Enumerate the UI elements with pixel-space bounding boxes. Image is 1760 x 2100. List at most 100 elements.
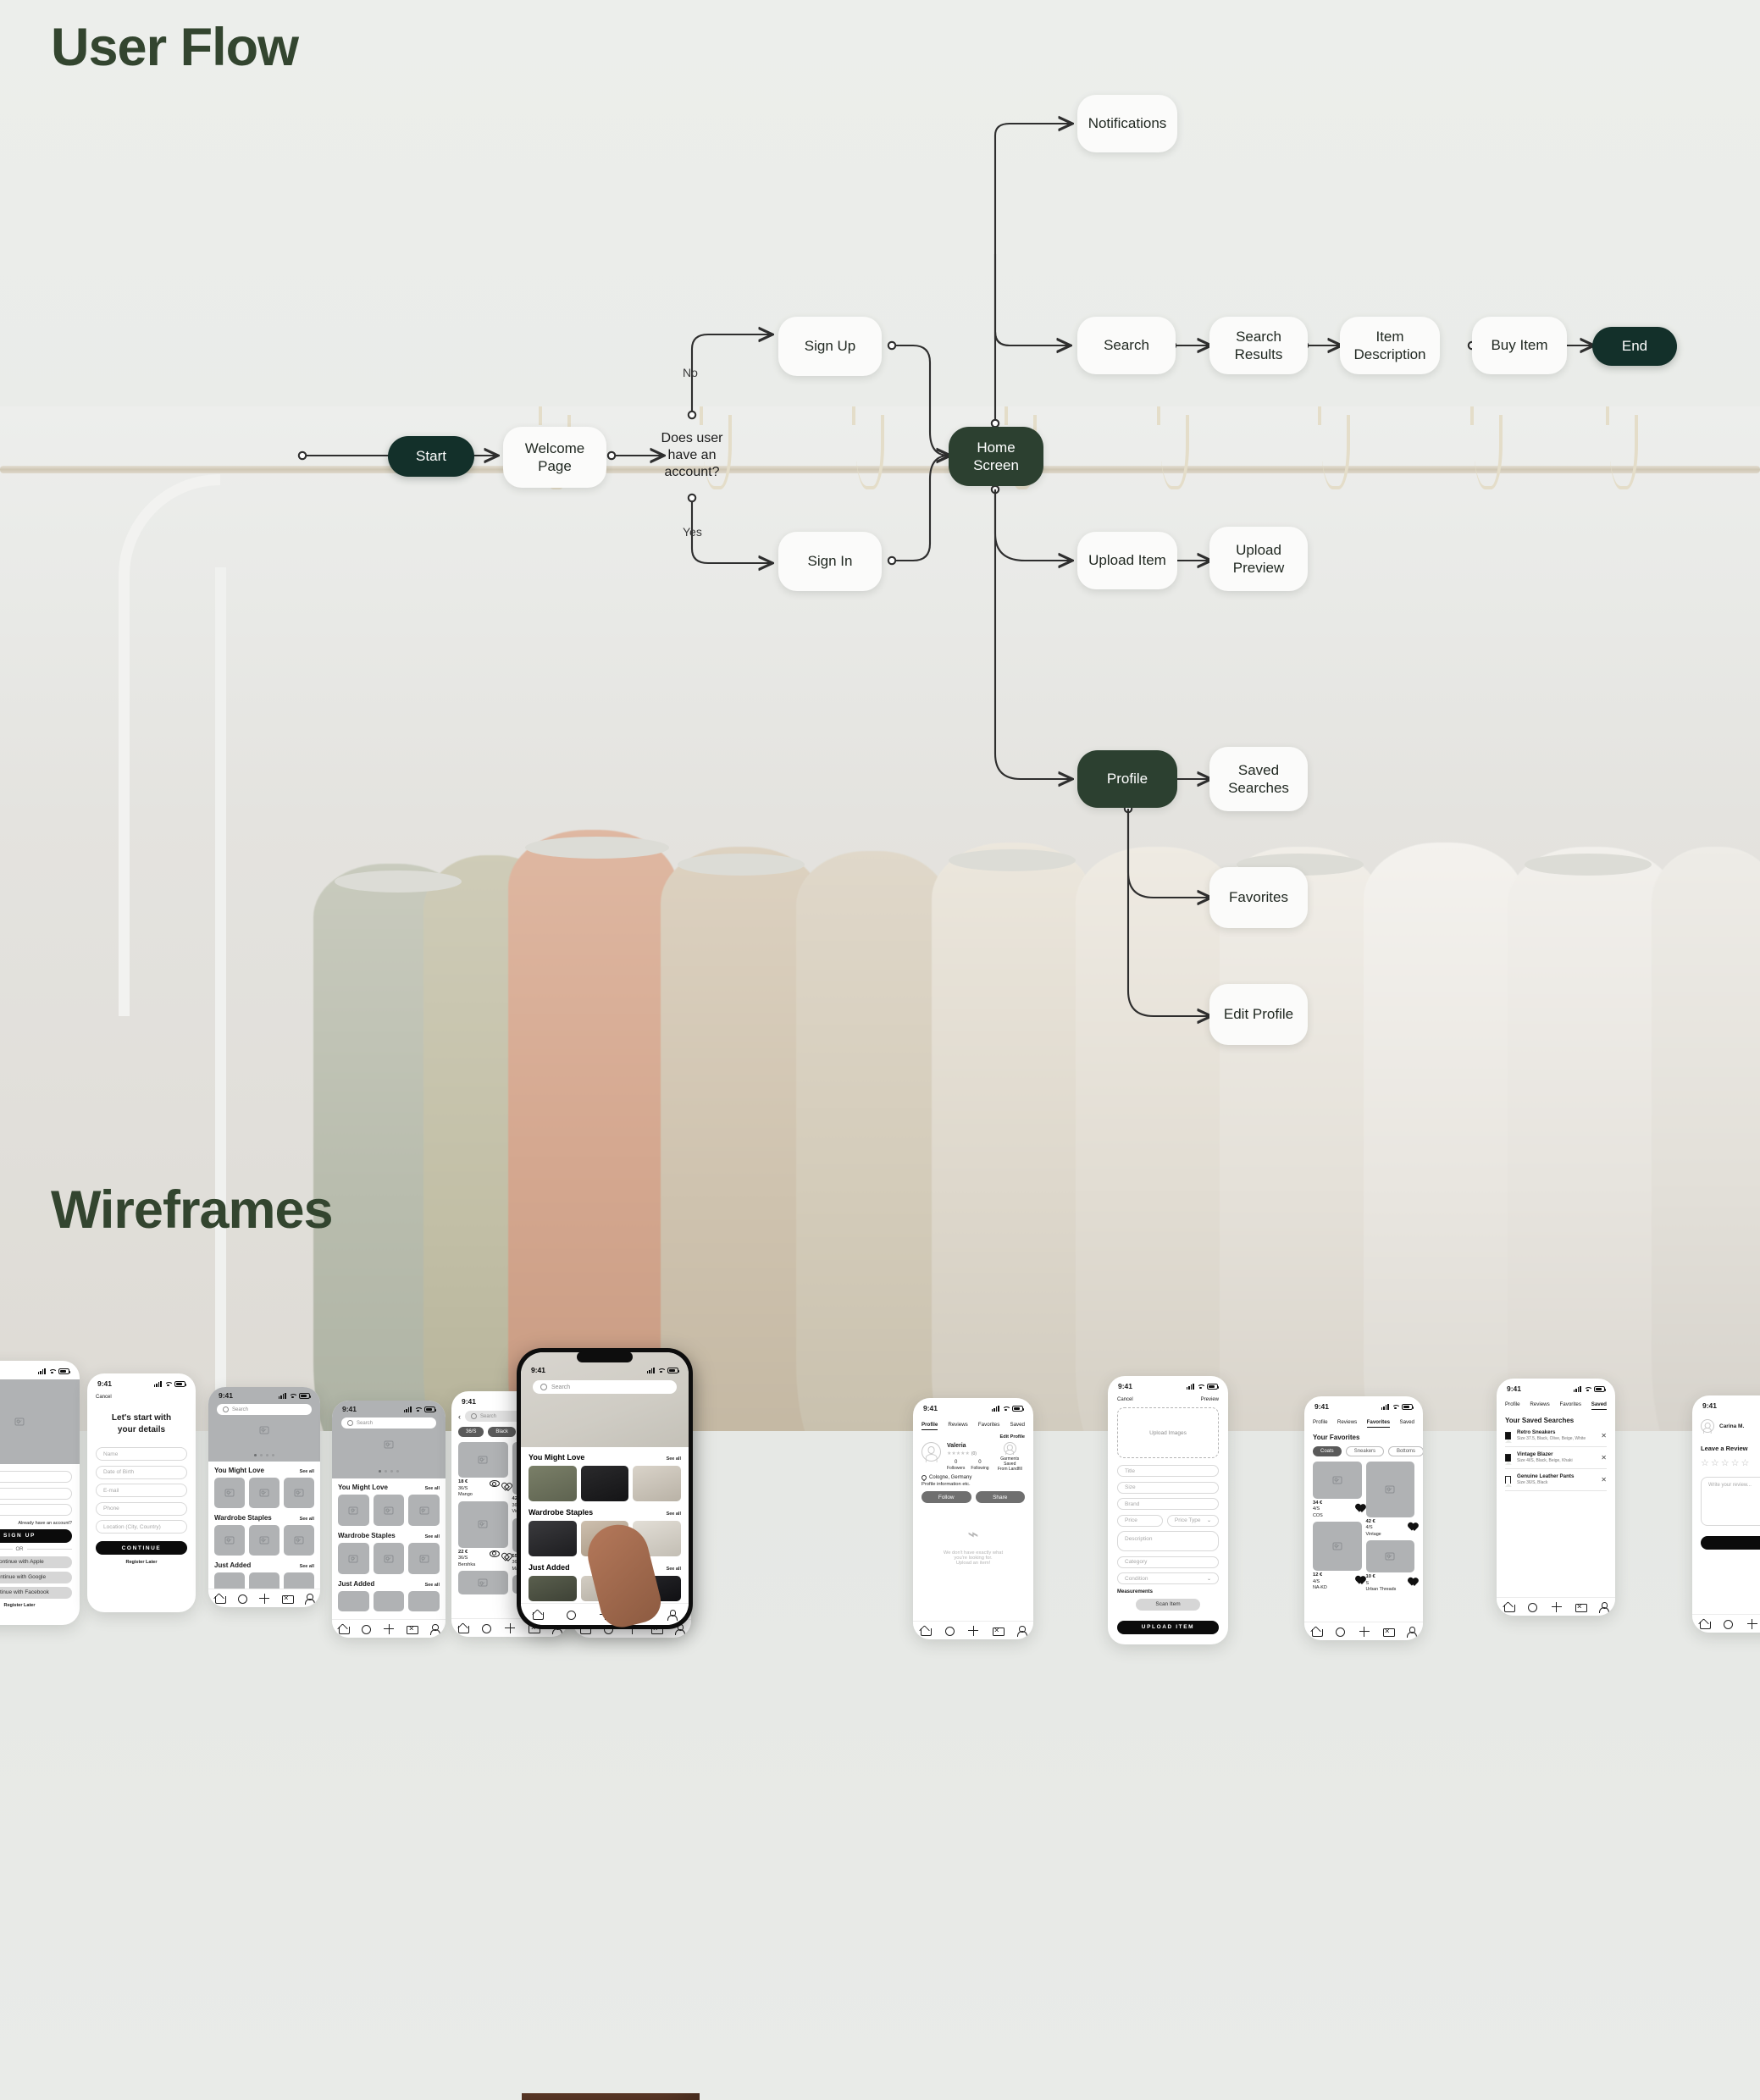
bottom-tab-bar[interactable] <box>1497 1597 1615 1616</box>
favorite-image[interactable] <box>1313 1521 1362 1571</box>
sign-up-button[interactable]: SIGN UP <box>0 1528 72 1543</box>
product-image[interactable] <box>458 1571 508 1595</box>
see-all-link[interactable]: See all <box>425 1486 440 1491</box>
close-icon[interactable]: ✕ <box>1601 1432 1607 1440</box>
register-later-link[interactable]: Register Later <box>0 1603 72 1608</box>
search-icon[interactable] <box>1528 1602 1537 1612</box>
search-icon[interactable] <box>1724 1619 1733 1629</box>
hero-carousel[interactable]: 9:41 Search <box>521 1352 689 1447</box>
carousel-dots[interactable] <box>332 1470 446 1473</box>
flow-node-sign-up[interactable]: Sign Up <box>778 317 882 376</box>
filter-chip-size[interactable]: 36/S <box>458 1427 484 1437</box>
name-input[interactable]: Name <box>96 1447 187 1461</box>
see-all-link[interactable]: See all <box>667 1567 681 1572</box>
flow-node-upload-preview[interactable]: Upload Preview <box>1209 527 1308 591</box>
wireframe-sign-up[interactable]: 9:41 Already have an account? SIGN UP OR… <box>0 1361 80 1625</box>
cancel-button[interactable]: Cancel <box>1117 1397 1133 1402</box>
flow-node-welcome-page[interactable]: Welcome Page <box>503 427 606 488</box>
close-icon[interactable]: ✕ <box>1601 1454 1607 1462</box>
wireframe-home[interactable]: 9:41 Search You Might Love See all Wardr… <box>332 1401 446 1638</box>
email-field[interactable] <box>0 1487 72 1500</box>
follow-button[interactable]: Follow <box>922 1491 971 1504</box>
favorite-icon[interactable] <box>501 1550 508 1556</box>
flow-node-search[interactable]: Search <box>1077 317 1176 374</box>
flow-node-home-screen[interactable]: Home Screen <box>949 427 1043 486</box>
product-thumb[interactable] <box>249 1525 279 1556</box>
close-icon[interactable]: ✕ <box>1601 1476 1607 1484</box>
add-icon[interactable] <box>1746 1618 1757 1629</box>
continue-with-apple-button[interactable]: Continue with Apple <box>0 1556 72 1568</box>
upload-item-button[interactable]: UPLOAD ITEM <box>1117 1620 1219 1634</box>
favorite-image[interactable] <box>1365 1539 1414 1572</box>
location-input[interactable]: Location (City, Country) <box>96 1520 187 1534</box>
see-all-link[interactable]: See all <box>425 1583 440 1588</box>
phone-input[interactable]: Phone <box>96 1501 187 1516</box>
home-icon[interactable] <box>1311 1627 1323 1637</box>
home-icon[interactable] <box>533 1610 545 1620</box>
product-thumb[interactable] <box>373 1591 405 1611</box>
product-thumb[interactable] <box>338 1543 369 1574</box>
tab-favorites[interactable]: Favorites <box>978 1422 999 1430</box>
scan-item-button[interactable]: Scan Item <box>1136 1598 1200 1611</box>
continue-button[interactable]: CONTINUE <box>96 1541 187 1555</box>
flow-node-saved-searches[interactable]: Saved Searches <box>1209 747 1308 811</box>
carousel-dots[interactable] <box>208 1454 320 1456</box>
rating-stars-input[interactable]: ☆☆☆☆☆ <box>1692 1452 1760 1468</box>
dob-input[interactable]: Date of Birth <box>96 1465 187 1479</box>
views-icon[interactable] <box>489 1550 500 1557</box>
saved-search-row[interactable]: Genuine Leather Pants Size 36/S, Black ✕ <box>1505 1473 1607 1491</box>
search-icon[interactable] <box>482 1623 492 1633</box>
register-later-link[interactable]: Register Later <box>96 1560 187 1565</box>
search-input[interactable]: Search <box>533 1380 677 1394</box>
upload-images-dropzone[interactable]: Upload Images <box>1117 1407 1219 1458</box>
add-icon[interactable] <box>259 1593 270 1604</box>
favorite-icon[interactable] <box>1407 1574 1414 1581</box>
mail-icon[interactable] <box>407 1624 419 1634</box>
share-button[interactable]: Share <box>975 1491 1025 1504</box>
wireframe-saved-searches[interactable]: 9:41 Profile Reviews Favorites Saved You… <box>1497 1379 1615 1616</box>
flow-node-profile[interactable]: Profile <box>1077 750 1177 808</box>
product-thumb[interactable] <box>633 1466 682 1501</box>
profile-icon[interactable] <box>1016 1626 1027 1637</box>
search-icon[interactable] <box>944 1626 955 1636</box>
product-thumb[interactable] <box>580 1466 629 1501</box>
search-icon[interactable] <box>362 1624 372 1634</box>
brand-input[interactable]: Brand <box>1117 1498 1219 1510</box>
product-thumb[interactable] <box>214 1525 245 1556</box>
flow-node-notifications[interactable]: Notifications <box>1077 95 1177 152</box>
home-icon[interactable] <box>458 1623 470 1633</box>
bottom-tab-bar[interactable] <box>1692 1614 1760 1633</box>
already-have-account-link[interactable]: Already have an account? <box>0 1521 72 1526</box>
price-input[interactable]: Price <box>1117 1514 1163 1527</box>
tab-favorites[interactable]: Favorites <box>1560 1401 1581 1410</box>
product-thumb[interactable] <box>284 1525 314 1556</box>
product-thumb[interactable] <box>338 1591 369 1611</box>
wireframe-upload-item[interactable]: 9:41 Cancel Preview Upload Images Title … <box>1108 1376 1228 1644</box>
search-icon[interactable] <box>237 1594 247 1604</box>
flow-node-start[interactable]: Start <box>388 436 474 477</box>
search-icon[interactable] <box>567 1610 577 1620</box>
add-icon[interactable] <box>1359 1626 1370 1637</box>
home-icon[interactable] <box>338 1624 350 1634</box>
see-all-link[interactable]: See all <box>667 1456 681 1462</box>
product-thumb[interactable] <box>529 1576 577 1601</box>
product-thumb[interactable] <box>408 1495 440 1526</box>
see-all-link[interactable]: See all <box>667 1511 681 1517</box>
flow-node-search-results[interactable]: Search Results <box>1209 317 1308 374</box>
add-icon[interactable] <box>505 1622 516 1633</box>
filter-chip-coats[interactable]: Coats <box>1313 1445 1342 1456</box>
hero-carousel[interactable]: 9:41 Search <box>208 1387 320 1462</box>
views-icon[interactable] <box>489 1479 500 1487</box>
bookmark-icon[interactable] <box>1505 1431 1512 1443</box>
wireframe-leave-review[interactable]: 9:41 Carina M. Leave a Review ☆☆☆☆☆ Writ… <box>1692 1395 1760 1633</box>
product-thumb[interactable] <box>529 1466 577 1501</box>
wireframe-favorites[interactable]: 9:41 Profile Reviews Favorites Saved You… <box>1304 1396 1423 1640</box>
bottom-tab-bar[interactable] <box>913 1621 1033 1639</box>
saved-search-row[interactable]: Vintage Blazer Size 4l/S, Black, Beige, … <box>1505 1451 1607 1469</box>
product-thumb[interactable] <box>338 1495 369 1526</box>
product-thumb[interactable] <box>214 1478 245 1508</box>
tab-saved[interactable]: Saved <box>1591 1401 1607 1410</box>
email-input[interactable]: E-mail <box>96 1484 187 1497</box>
flow-node-edit-profile[interactable]: Edit Profile <box>1209 984 1308 1045</box>
continue-with-google-button[interactable]: Continue with Google <box>0 1571 72 1583</box>
